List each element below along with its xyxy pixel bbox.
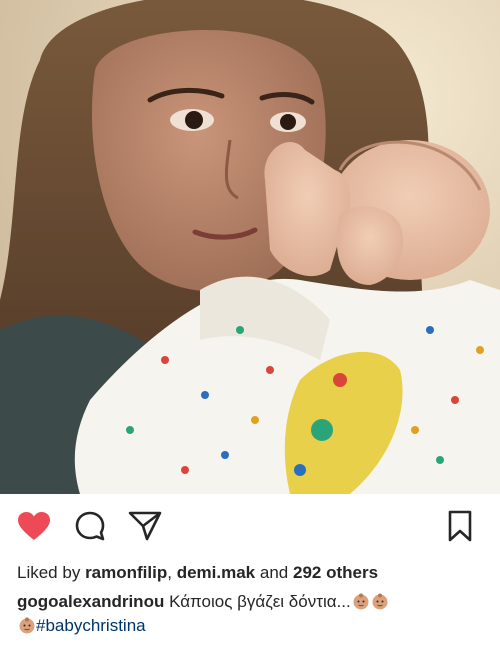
likes-conjunction: and bbox=[259, 563, 289, 582]
likes-prefix: Liked by bbox=[17, 563, 81, 582]
heart-filled-icon bbox=[17, 511, 51, 546]
caption-text: Κάποιος βγάζει δόντια... bbox=[169, 592, 351, 611]
baby-emoji-icon bbox=[371, 592, 389, 610]
instagram-post: Liked by ramonfilip, demi.mak and 292 ot… bbox=[0, 0, 500, 648]
post-action-bar bbox=[0, 494, 500, 560]
baby-emoji-icon bbox=[18, 616, 36, 634]
baby-emoji-icon bbox=[352, 592, 370, 610]
post-photo[interactable] bbox=[0, 0, 500, 494]
liker-username[interactable]: demi.mak bbox=[177, 563, 255, 582]
save-button[interactable] bbox=[442, 510, 478, 546]
likes-separator: , bbox=[167, 563, 172, 582]
likes-others-count[interactable]: 292 others bbox=[293, 563, 378, 582]
post-caption: gogoalexandrinou Κάποιος βγάζει δόντια..… bbox=[17, 590, 487, 638]
share-button[interactable] bbox=[127, 510, 163, 546]
comment-button[interactable] bbox=[72, 510, 108, 546]
mother-and-baby-photo bbox=[0, 0, 500, 494]
liker-username[interactable]: ramonfilip bbox=[85, 563, 167, 582]
like-button[interactable] bbox=[16, 510, 52, 546]
paper-plane-icon bbox=[128, 510, 162, 547]
caption-username[interactable]: gogoalexandrinou bbox=[17, 592, 164, 611]
comment-bubble-icon bbox=[74, 510, 106, 547]
bookmark-icon bbox=[447, 510, 473, 547]
caption-hashtag[interactable]: #babychristina bbox=[36, 616, 146, 635]
likes-summary: Liked by ramonfilip, demi.mak and 292 ot… bbox=[17, 562, 378, 584]
